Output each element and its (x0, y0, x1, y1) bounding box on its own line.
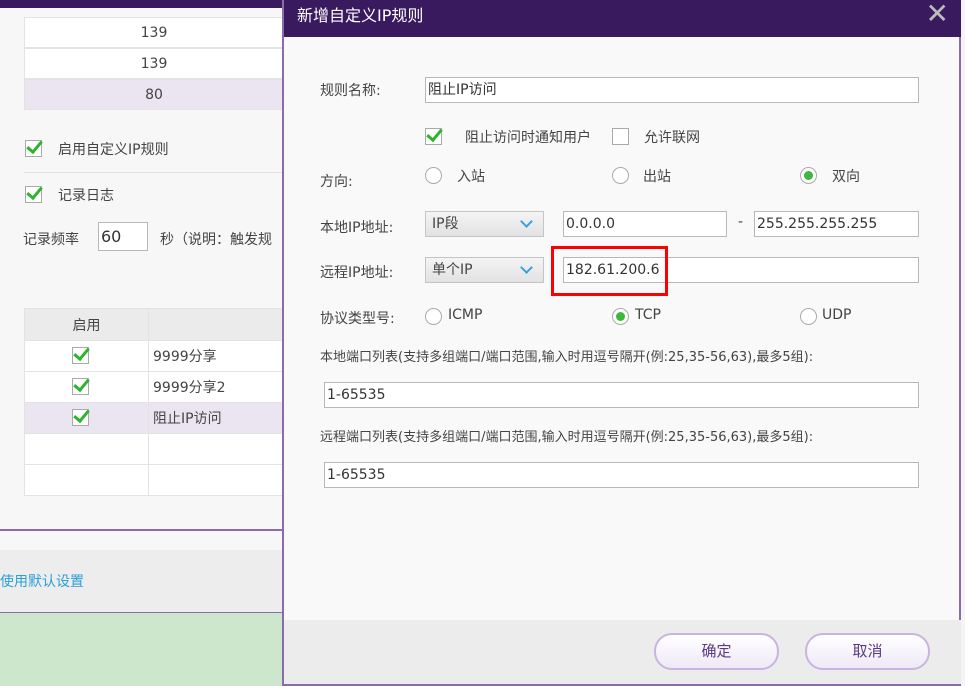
log-label: 记录日志 (58, 188, 114, 204)
notify-user-checkbox[interactable] (425, 128, 442, 145)
use-default-settings-link[interactable]: 使用默认设置 (0, 571, 84, 591)
allow-network-checkbox[interactable] (612, 128, 629, 145)
table-row[interactable]: 阻止IP访问 (24, 402, 286, 434)
cancel-button[interactable]: 取消 (805, 633, 930, 670)
table-row (24, 464, 286, 496)
local-ip-end-input[interactable]: 255.255.255.255 (754, 211, 919, 237)
protocol-udp-radio[interactable] (800, 308, 817, 325)
remote-ip-type-value: 单个IP (432, 262, 473, 278)
protocol-tcp-label: TCP (635, 307, 661, 323)
remote-ip-type-select[interactable]: 单个IP (425, 257, 544, 283)
enable-custom-rules-label: 启用自定义IP规则 (58, 142, 169, 158)
ip-range-dash: - (738, 214, 744, 230)
local-ip-label: 本地IP地址: (320, 220, 394, 236)
rule-name: 阻止IP访问 (148, 402, 286, 434)
rule-name: 9999分享 (148, 340, 286, 372)
chevron-down-icon (520, 215, 533, 228)
table-row (24, 433, 286, 465)
rule-name-input[interactable]: 阻止IP访问 (425, 77, 919, 103)
protocol-label: 协议类型号: (320, 311, 395, 327)
log-freq-label: 记录频率 (23, 232, 79, 248)
table-row[interactable]: 80 (24, 79, 284, 110)
local-ip-type-select[interactable]: IP段 (425, 211, 544, 237)
protocol-tcp-radio[interactable] (612, 308, 629, 325)
remote-ports-input[interactable]: 1-65535 (324, 462, 919, 488)
background-window: 139 139 80 启用自定义IP规则 记录日志 记录频率 60 秒（说明：触… (0, 0, 286, 613)
rules-table: 启用 9999分享 9999分享2 阻止IP访问 (24, 308, 286, 496)
protocol-udp-label: UDP (822, 307, 852, 323)
column-header-enabled: 启用 (24, 308, 149, 341)
local-ip-start-input[interactable]: 0.0.0.0 (563, 211, 727, 237)
background-titlebar (0, 0, 284, 8)
allow-network-label: 允许联网 (644, 130, 700, 146)
background-footer: 使用默认设置 (0, 550, 284, 612)
divider (24, 172, 284, 173)
rule-enabled-checkbox[interactable] (72, 409, 89, 426)
direction-both-radio[interactable] (800, 167, 817, 184)
add-ip-rule-dialog: 新增自定义IP规则 ✕ 规则名称: 阻止IP访问 阻止访问时通知用户 允许联网 … (282, 0, 961, 686)
table-row[interactable]: 9999分享 (24, 340, 286, 372)
log-checkbox[interactable] (25, 186, 42, 203)
direction-both-label: 双向 (832, 169, 860, 185)
rule-enabled-checkbox[interactable] (72, 378, 89, 395)
direction-outbound-label: 出站 (643, 169, 671, 185)
local-ip-type-value: IP段 (432, 216, 459, 232)
protocol-icmp-label: ICMP (448, 307, 483, 323)
rule-enabled-checkbox[interactable] (72, 347, 89, 364)
local-ports-input[interactable]: 1-65535 (324, 382, 919, 408)
table-row[interactable]: 9999分享2 (24, 371, 286, 403)
remote-ip-label: 远程IP地址: (320, 265, 394, 281)
rule-name: 9999分享2 (148, 371, 286, 403)
notify-user-label: 阻止访问时通知用户 (465, 130, 591, 146)
remote-ports-label: 远程端口列表(支持多组端口/端口范围,输入时用逗号隔开(例:25,35-56,6… (320, 430, 814, 445)
enable-custom-rules-checkbox[interactable] (25, 140, 42, 157)
log-freq-input[interactable]: 60 (98, 222, 148, 251)
direction-inbound-label: 入站 (457, 169, 485, 185)
chevron-down-icon (520, 261, 533, 274)
highlight-box (551, 246, 668, 296)
log-freq-note: 秒（说明：触发规 (160, 232, 272, 248)
close-icon[interactable]: ✕ (926, 0, 949, 28)
divider (0, 529, 284, 531)
direction-inbound-radio[interactable] (425, 167, 442, 184)
direction-label: 方向: (320, 174, 353, 190)
local-ports-label: 本地端口列表(支持多组端口/端口范围,输入时用逗号隔开(例:25,35-56,6… (320, 350, 814, 365)
rule-name-label: 规则名称: (320, 83, 381, 99)
table-row[interactable]: 139 (24, 48, 284, 79)
table-row[interactable]: 139 (24, 17, 284, 48)
direction-outbound-radio[interactable] (612, 167, 629, 184)
dialog-title: 新增自定义IP规则 (284, 0, 961, 37)
ok-button[interactable]: 确定 (654, 633, 779, 670)
protocol-icmp-radio[interactable] (425, 308, 442, 325)
